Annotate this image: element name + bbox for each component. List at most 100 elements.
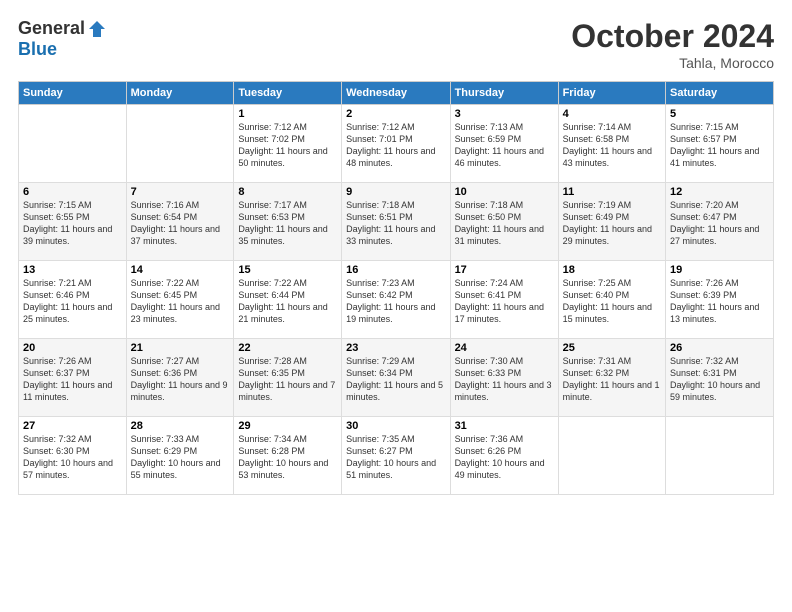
day-number: 22 (238, 342, 337, 354)
day-number: 2 (346, 108, 445, 120)
day-number: 25 (563, 342, 661, 354)
calendar-cell: 19Sunrise: 7:26 AM Sunset: 6:39 PM Dayli… (666, 261, 774, 339)
day-info: Sunrise: 7:29 AM Sunset: 6:34 PM Dayligh… (346, 355, 445, 404)
calendar-cell: 4Sunrise: 7:14 AM Sunset: 6:58 PM Daylig… (558, 105, 665, 183)
calendar-cell (558, 417, 665, 495)
day-info: Sunrise: 7:12 AM Sunset: 7:01 PM Dayligh… (346, 121, 445, 170)
day-number: 17 (455, 264, 554, 276)
day-number: 31 (455, 420, 554, 432)
day-info: Sunrise: 7:24 AM Sunset: 6:41 PM Dayligh… (455, 277, 554, 326)
col-header-wednesday: Wednesday (342, 82, 450, 105)
day-info: Sunrise: 7:26 AM Sunset: 6:39 PM Dayligh… (670, 277, 769, 326)
day-info: Sunrise: 7:15 AM Sunset: 6:57 PM Dayligh… (670, 121, 769, 170)
calendar-cell: 28Sunrise: 7:33 AM Sunset: 6:29 PM Dayli… (126, 417, 234, 495)
day-number: 24 (455, 342, 554, 354)
day-number: 18 (563, 264, 661, 276)
day-number: 28 (131, 420, 230, 432)
day-number: 12 (670, 186, 769, 198)
day-info: Sunrise: 7:31 AM Sunset: 6:32 PM Dayligh… (563, 355, 661, 404)
calendar-cell: 18Sunrise: 7:25 AM Sunset: 6:40 PM Dayli… (558, 261, 665, 339)
day-info: Sunrise: 7:35 AM Sunset: 6:27 PM Dayligh… (346, 433, 445, 482)
day-info: Sunrise: 7:12 AM Sunset: 7:02 PM Dayligh… (238, 121, 337, 170)
day-info: Sunrise: 7:22 AM Sunset: 6:45 PM Dayligh… (131, 277, 230, 326)
day-info: Sunrise: 7:20 AM Sunset: 6:47 PM Dayligh… (670, 199, 769, 248)
day-number: 3 (455, 108, 554, 120)
calendar-cell: 20Sunrise: 7:26 AM Sunset: 6:37 PM Dayli… (19, 339, 127, 417)
day-number: 30 (346, 420, 445, 432)
day-number: 20 (23, 342, 122, 354)
calendar-cell: 23Sunrise: 7:29 AM Sunset: 6:34 PM Dayli… (342, 339, 450, 417)
day-info: Sunrise: 7:17 AM Sunset: 6:53 PM Dayligh… (238, 199, 337, 248)
calendar-cell: 21Sunrise: 7:27 AM Sunset: 6:36 PM Dayli… (126, 339, 234, 417)
day-info: Sunrise: 7:36 AM Sunset: 6:26 PM Dayligh… (455, 433, 554, 482)
calendar-cell: 8Sunrise: 7:17 AM Sunset: 6:53 PM Daylig… (234, 183, 342, 261)
calendar-cell: 13Sunrise: 7:21 AM Sunset: 6:46 PM Dayli… (19, 261, 127, 339)
col-header-monday: Monday (126, 82, 234, 105)
day-number: 16 (346, 264, 445, 276)
calendar-cell: 5Sunrise: 7:15 AM Sunset: 6:57 PM Daylig… (666, 105, 774, 183)
calendar-cell (126, 105, 234, 183)
day-number: 1 (238, 108, 337, 120)
calendar-table: SundayMondayTuesdayWednesdayThursdayFrid… (18, 81, 774, 495)
day-info: Sunrise: 7:13 AM Sunset: 6:59 PM Dayligh… (455, 121, 554, 170)
col-header-thursday: Thursday (450, 82, 558, 105)
col-header-tuesday: Tuesday (234, 82, 342, 105)
day-info: Sunrise: 7:25 AM Sunset: 6:40 PM Dayligh… (563, 277, 661, 326)
day-info: Sunrise: 7:22 AM Sunset: 6:44 PM Dayligh… (238, 277, 337, 326)
calendar-header-row: SundayMondayTuesdayWednesdayThursdayFrid… (19, 82, 774, 105)
calendar-week-2: 6Sunrise: 7:15 AM Sunset: 6:55 PM Daylig… (19, 183, 774, 261)
day-info: Sunrise: 7:26 AM Sunset: 6:37 PM Dayligh… (23, 355, 122, 404)
day-number: 8 (238, 186, 337, 198)
calendar-cell: 6Sunrise: 7:15 AM Sunset: 6:55 PM Daylig… (19, 183, 127, 261)
title-block: October 2024 Tahla, Morocco (571, 18, 774, 71)
calendar-cell: 30Sunrise: 7:35 AM Sunset: 6:27 PM Dayli… (342, 417, 450, 495)
calendar-cell: 22Sunrise: 7:28 AM Sunset: 6:35 PM Dayli… (234, 339, 342, 417)
day-number: 5 (670, 108, 769, 120)
calendar-cell: 9Sunrise: 7:18 AM Sunset: 6:51 PM Daylig… (342, 183, 450, 261)
day-info: Sunrise: 7:16 AM Sunset: 6:54 PM Dayligh… (131, 199, 230, 248)
calendar-week-4: 20Sunrise: 7:26 AM Sunset: 6:37 PM Dayli… (19, 339, 774, 417)
day-number: 7 (131, 186, 230, 198)
calendar-cell: 3Sunrise: 7:13 AM Sunset: 6:59 PM Daylig… (450, 105, 558, 183)
col-header-friday: Friday (558, 82, 665, 105)
day-number: 10 (455, 186, 554, 198)
calendar-cell: 17Sunrise: 7:24 AM Sunset: 6:41 PM Dayli… (450, 261, 558, 339)
calendar-cell: 25Sunrise: 7:31 AM Sunset: 6:32 PM Dayli… (558, 339, 665, 417)
location-subtitle: Tahla, Morocco (571, 55, 774, 71)
calendar-week-3: 13Sunrise: 7:21 AM Sunset: 6:46 PM Dayli… (19, 261, 774, 339)
day-number: 21 (131, 342, 230, 354)
day-info: Sunrise: 7:32 AM Sunset: 6:31 PM Dayligh… (670, 355, 769, 404)
logo: General Blue (18, 18, 107, 60)
day-number: 29 (238, 420, 337, 432)
calendar-cell: 27Sunrise: 7:32 AM Sunset: 6:30 PM Dayli… (19, 417, 127, 495)
calendar-cell: 12Sunrise: 7:20 AM Sunset: 6:47 PM Dayli… (666, 183, 774, 261)
day-info: Sunrise: 7:28 AM Sunset: 6:35 PM Dayligh… (238, 355, 337, 404)
day-number: 6 (23, 186, 122, 198)
day-number: 26 (670, 342, 769, 354)
calendar-cell: 2Sunrise: 7:12 AM Sunset: 7:01 PM Daylig… (342, 105, 450, 183)
day-info: Sunrise: 7:27 AM Sunset: 6:36 PM Dayligh… (131, 355, 230, 404)
calendar-cell: 10Sunrise: 7:18 AM Sunset: 6:50 PM Dayli… (450, 183, 558, 261)
logo-blue-text: Blue (18, 39, 57, 60)
day-number: 15 (238, 264, 337, 276)
calendar-week-1: 1Sunrise: 7:12 AM Sunset: 7:02 PM Daylig… (19, 105, 774, 183)
day-info: Sunrise: 7:33 AM Sunset: 6:29 PM Dayligh… (131, 433, 230, 482)
calendar-cell (19, 105, 127, 183)
day-info: Sunrise: 7:32 AM Sunset: 6:30 PM Dayligh… (23, 433, 122, 482)
col-header-saturday: Saturday (666, 82, 774, 105)
calendar-cell: 1Sunrise: 7:12 AM Sunset: 7:02 PM Daylig… (234, 105, 342, 183)
calendar-cell: 26Sunrise: 7:32 AM Sunset: 6:31 PM Dayli… (666, 339, 774, 417)
calendar-container: General Blue October 2024 Tahla, Morocco… (0, 0, 792, 505)
month-title: October 2024 (571, 18, 774, 55)
day-number: 19 (670, 264, 769, 276)
calendar-cell: 24Sunrise: 7:30 AM Sunset: 6:33 PM Dayli… (450, 339, 558, 417)
calendar-week-5: 27Sunrise: 7:32 AM Sunset: 6:30 PM Dayli… (19, 417, 774, 495)
calendar-cell: 31Sunrise: 7:36 AM Sunset: 6:26 PM Dayli… (450, 417, 558, 495)
day-info: Sunrise: 7:18 AM Sunset: 6:50 PM Dayligh… (455, 199, 554, 248)
calendar-cell: 14Sunrise: 7:22 AM Sunset: 6:45 PM Dayli… (126, 261, 234, 339)
day-number: 27 (23, 420, 122, 432)
day-info: Sunrise: 7:18 AM Sunset: 6:51 PM Dayligh… (346, 199, 445, 248)
calendar-header: General Blue October 2024 Tahla, Morocco (18, 18, 774, 71)
day-info: Sunrise: 7:15 AM Sunset: 6:55 PM Dayligh… (23, 199, 122, 248)
day-number: 9 (346, 186, 445, 198)
